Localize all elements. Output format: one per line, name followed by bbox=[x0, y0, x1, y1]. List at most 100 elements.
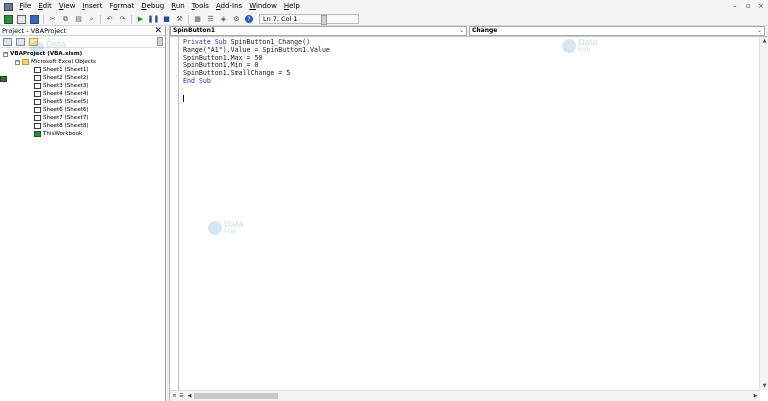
object-dropdown[interactable]: SpinButton1 ⌄ bbox=[170, 26, 467, 36]
worksheet-icon bbox=[34, 123, 41, 129]
procedure-view-icon[interactable]: ≡ bbox=[171, 392, 178, 400]
tree-item[interactable]: Sheet2 (Sheet2) bbox=[0, 74, 165, 82]
menu-item[interactable]: Debug bbox=[138, 0, 168, 13]
code-text-segment: SpinButton1.SmallChange = 5 bbox=[183, 69, 291, 78]
menu-label-rest: ile bbox=[23, 2, 32, 10]
minimize-icon[interactable]: – bbox=[733, 2, 737, 10]
insert-userform-icon[interactable] bbox=[17, 14, 26, 24]
scroll-right-icon[interactable]: ▶ bbox=[752, 392, 759, 400]
tree-item[interactable]: − VBAProject (VBA.xlsm) bbox=[0, 50, 165, 82]
tree-item-label: Sheet7 (Sheet7) bbox=[43, 115, 89, 121]
vertical-scrollbar[interactable]: ▲ ▼ bbox=[759, 37, 768, 390]
menu-item[interactable]: Edit bbox=[35, 0, 56, 13]
dataflair-watermark: Data Flair bbox=[562, 38, 598, 54]
menu-items: File Edit View Insert Format Debug Run Tools Add… bbox=[16, 0, 303, 13]
view-code-icon[interactable] bbox=[3, 37, 12, 46]
full-module-view-icon[interactable]: ☰ bbox=[178, 392, 185, 400]
object-browser-icon[interactable]: ◈ bbox=[219, 15, 228, 24]
project-explorer-icon[interactable]: ▦ bbox=[193, 15, 202, 24]
vba-editor-window: File Edit View Insert Format Debug Run Tools Add… bbox=[0, 0, 768, 401]
project-pane-scroll-handle[interactable] bbox=[157, 37, 163, 46]
code-line[interactable]: End Sub bbox=[183, 76, 330, 86]
tree-item-label: ThisWorkbook bbox=[43, 131, 83, 137]
menu-item[interactable]: File bbox=[16, 0, 35, 13]
tree-item-label: Microsoft Excel Objects bbox=[31, 59, 96, 65]
folder-icon bbox=[22, 59, 29, 65]
tree-item[interactable]: Sheet1 (Sheet1) bbox=[0, 66, 165, 74]
tree-item[interactable]: Sheet3 (Sheet3) bbox=[0, 82, 165, 90]
menu-item[interactable]: View bbox=[55, 0, 79, 13]
run-icon[interactable]: ▶ bbox=[136, 15, 145, 24]
paste-icon[interactable]: ▤ bbox=[74, 15, 83, 24]
scroll-up-icon[interactable]: ▲ bbox=[760, 37, 768, 45]
tree-item-label: Sheet3 (Sheet3) bbox=[43, 83, 89, 89]
toolbar-separator bbox=[100, 14, 101, 24]
watermark-text: Data Flair bbox=[578, 37, 598, 54]
break-icon[interactable]: ❚❚ bbox=[148, 15, 160, 24]
tree-item[interactable]: − Microsoft Excel Objects bbox=[0, 58, 165, 66]
properties-window-icon[interactable]: ☰ bbox=[206, 15, 215, 24]
tree-item-label: Sheet4 (Sheet4) bbox=[43, 91, 89, 97]
menu-label-rest: ebug bbox=[146, 2, 165, 10]
procedure-dropdown-value: Change bbox=[472, 27, 498, 34]
code-window-combos: SpinButton1 ⌄ Change ⌄ bbox=[170, 26, 768, 37]
menu-label-rest: dit bbox=[42, 2, 52, 10]
menu-item[interactable]: Help bbox=[280, 0, 303, 13]
code-editor[interactable]: Private Sub SpinButton1_Change() Range("A… bbox=[170, 37, 768, 390]
copy-icon[interactable]: ⧉ bbox=[61, 15, 70, 24]
procedure-dropdown[interactable]: Change ⌄ bbox=[469, 26, 765, 36]
menu-item[interactable]: Add-Ins bbox=[212, 0, 245, 13]
menu-item[interactable]: Run bbox=[168, 0, 188, 13]
tree-item[interactable]: Sheet8 (Sheet8) bbox=[0, 122, 165, 130]
tree-item[interactable]: ThisWorkbook bbox=[0, 130, 165, 138]
close-icon[interactable]: × bbox=[758, 2, 764, 10]
code-text-segment: SpinButton1.Max = 50 bbox=[183, 53, 263, 62]
margin-indicator-bar[interactable] bbox=[170, 37, 179, 390]
code-keyword: Private Sub bbox=[183, 38, 231, 46]
design-mode-icon[interactable]: ⚒ bbox=[175, 15, 184, 24]
cursor-position-indicator: Ln 7, Col 1 bbox=[259, 14, 359, 24]
menu-item[interactable]: Tools bbox=[188, 0, 212, 13]
menu-item[interactable]: Window bbox=[246, 0, 281, 13]
tree-item[interactable]: Sheet4 (Sheet4) bbox=[0, 90, 165, 98]
worksheet-icon bbox=[34, 67, 41, 73]
find-icon[interactable]: ⌕ bbox=[87, 15, 96, 24]
view-object-icon[interactable] bbox=[16, 37, 25, 46]
menu-item[interactable]: Format bbox=[106, 0, 138, 13]
horizontal-scroll-thumb[interactable] bbox=[194, 393, 278, 399]
menu-accelerator: W bbox=[249, 2, 256, 10]
menu-item[interactable]: Insert bbox=[79, 0, 106, 13]
help-icon[interactable]: ? bbox=[245, 15, 253, 23]
horizontal-scrollbar[interactable]: ≡ ☰ ◀ ▶ bbox=[170, 390, 760, 401]
tree-item[interactable]: Sheet7 (Sheet7) bbox=[0, 114, 165, 122]
tree-expander-icon[interactable]: − bbox=[15, 59, 20, 65]
vba-app-icon[interactable] bbox=[4, 2, 13, 11]
undo-icon[interactable]: ↶ bbox=[105, 15, 114, 24]
save-icon[interactable] bbox=[30, 14, 39, 24]
restore-icon[interactable]: ▫ bbox=[746, 2, 751, 10]
tree-item-label: Sheet1 (Sheet1) bbox=[43, 67, 89, 73]
code-text[interactable]: Private Sub SpinButton1_Change() Range("A… bbox=[183, 38, 330, 86]
excel-view-icon[interactable] bbox=[4, 14, 13, 24]
code-keyword: End Sub bbox=[183, 76, 211, 85]
tree-expander-icon[interactable]: − bbox=[3, 51, 8, 57]
toolbar-grip[interactable] bbox=[321, 15, 327, 25]
code-text-segment: SpinButton1_Change() bbox=[230, 38, 311, 46]
chevron-down-icon: ⌄ bbox=[756, 27, 762, 34]
tree-item[interactable]: Sheet6 (Sheet6) bbox=[0, 106, 165, 114]
redo-icon[interactable]: ↷ bbox=[118, 15, 127, 24]
scroll-down-icon[interactable]: ▼ bbox=[760, 382, 768, 390]
project-explorer: Project - VBAProject ✕ − VBAProject (VBA.… bbox=[0, 26, 166, 401]
worksheet-icon bbox=[34, 115, 41, 121]
reset-icon[interactable]: ■ bbox=[162, 15, 171, 24]
toolbar-separator bbox=[43, 14, 44, 24]
tree-item[interactable]: Sheet5 (Sheet5) bbox=[0, 98, 165, 106]
scroll-left-icon[interactable]: ◀ bbox=[186, 392, 193, 400]
cut-icon[interactable]: ✂ bbox=[48, 15, 57, 24]
toolbar-separator bbox=[131, 14, 132, 24]
code-text-segment: SpinButton1.Min = 0 bbox=[183, 61, 259, 70]
toolbox-icon[interactable]: ⚙ bbox=[232, 15, 241, 24]
close-icon[interactable]: ✕ bbox=[154, 26, 162, 36]
code-text-segment: Range("A1").Value = SpinButton1.Value bbox=[183, 45, 330, 54]
project-explorer-title-text: Project - VBAProject bbox=[2, 27, 67, 35]
